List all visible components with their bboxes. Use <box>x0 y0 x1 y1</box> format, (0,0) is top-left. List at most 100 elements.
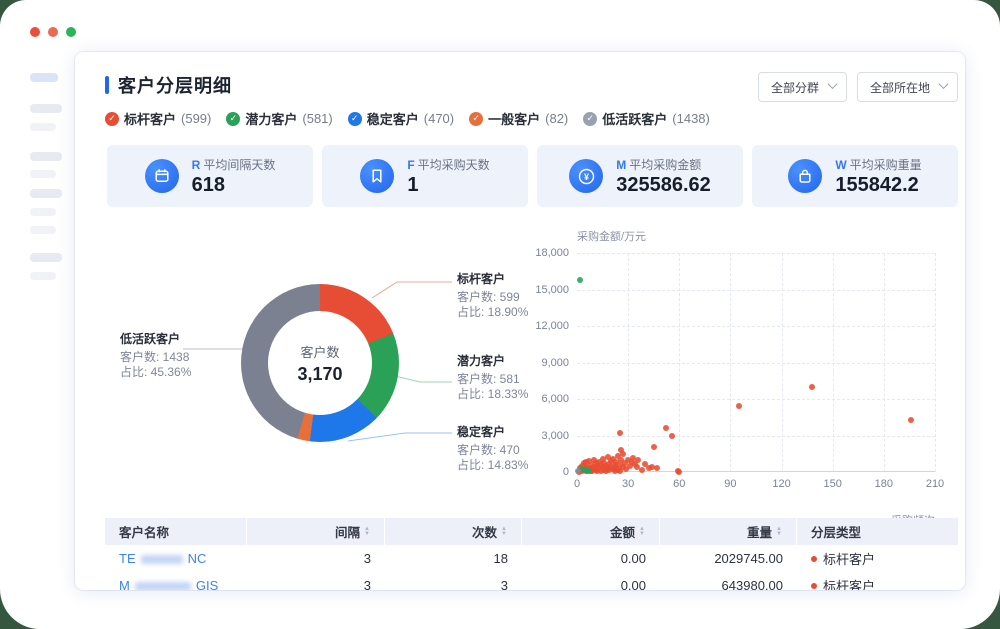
filter-bar: 全部分群 全部所在地 <box>758 72 958 102</box>
x-tick-label: 0 <box>574 478 580 490</box>
check-circle-icon: ✓ <box>469 112 483 126</box>
type-dot <box>811 556 817 562</box>
legend-item-dihuoyue[interactable]: ✓ 低活跃客户 (1438) <box>583 109 710 128</box>
cell-interval: 3 <box>247 545 385 572</box>
chevron-down-icon <box>828 79 838 89</box>
stat-card-recency: R平均间隔天数 618 <box>107 145 313 207</box>
customer-name-link[interactable]: TENC <box>119 551 206 566</box>
cell-weight: 2029745.00 <box>660 545 797 572</box>
stat-label: 平均采购金额 <box>629 158 701 172</box>
page-title: 客户分层明细 <box>118 72 232 98</box>
zoom-button[interactable] <box>66 27 76 37</box>
gridline <box>628 253 629 472</box>
y-tick-label: 6,000 <box>541 393 569 405</box>
scatter-point[interactable] <box>575 468 581 474</box>
app-window: 客户分层明细 全部分群 全部所在地 ✓ 标杆客户 (599) ✓ 潜力客户 <box>0 0 1000 629</box>
donut-ring[interactable] <box>241 284 399 442</box>
minimize-button[interactable] <box>48 27 58 37</box>
stat-card-frequency: F平均采购天数 1 <box>322 145 528 207</box>
sort-icon[interactable]: ▲▼ <box>639 527 645 537</box>
col-header-amount[interactable]: 金额▲▼ <box>522 518 660 545</box>
scatter-point[interactable] <box>908 417 914 423</box>
cell-times: 18 <box>385 545 522 572</box>
type-dot <box>811 583 817 589</box>
col-header-name: 客户名称 <box>105 518 247 545</box>
cell-amount: 0.00 <box>522 545 660 572</box>
scatter-point[interactable] <box>577 277 583 283</box>
check-circle-icon: ✓ <box>583 112 597 126</box>
scatter-point[interactable] <box>669 433 675 439</box>
legend-item-wending[interactable]: ✓ 稳定客户 (470) <box>348 109 454 128</box>
gridline <box>730 253 731 472</box>
scatter-point[interactable] <box>639 467 645 473</box>
stat-value: 325586.62 <box>616 174 711 197</box>
cell-interval: 3 <box>247 572 385 590</box>
sidebar-skeleton-bar <box>30 253 62 262</box>
stat-label: 平均间隔天数 <box>203 158 275 172</box>
scatter-point[interactable] <box>654 465 660 471</box>
sort-icon[interactable]: ▲▼ <box>501 527 507 537</box>
gridline <box>935 253 936 472</box>
stat-letter: F <box>407 158 414 172</box>
scatter-point[interactable] <box>617 430 623 436</box>
scatter-point[interactable] <box>663 425 669 431</box>
location-filter-select[interactable]: 全部所在地 <box>857 72 958 102</box>
gridline <box>577 399 935 400</box>
cell-times: 3 <box>385 572 522 590</box>
group-filter-select[interactable]: 全部分群 <box>758 72 847 102</box>
customer-table: 客户名称 间隔▲▼ 次数▲▼ 金额▲▼ 重量▲▼ 分层类型 TENC 3 18 … <box>105 518 958 590</box>
y-tick-label: 18,000 <box>535 247 569 259</box>
redacted-text <box>135 582 191 590</box>
col-header-weight[interactable]: 重量▲▼ <box>660 518 797 545</box>
main-panel: 客户分层明细 全部分群 全部所在地 ✓ 标杆客户 (599) ✓ 潜力客户 <box>75 52 965 590</box>
title-accent-bar <box>105 76 109 94</box>
sort-icon[interactable]: ▲▼ <box>364 527 370 537</box>
stat-card-weight: W平均采购重量 155842.2 <box>752 145 958 207</box>
stat-value: 618 <box>192 174 276 197</box>
stat-letter: M <box>616 158 626 172</box>
legend-item-qianli[interactable]: ✓ 潜力客户 (581) <box>226 109 332 128</box>
sidebar-skeleton-bar <box>30 152 62 161</box>
x-tick-label: 90 <box>724 478 736 490</box>
stat-cards: R平均间隔天数 618 F平均采购天数 1 <box>107 145 958 207</box>
x-tick-label: 210 <box>926 478 944 490</box>
table-header-row: 客户名称 间隔▲▼ 次数▲▼ 金额▲▼ 重量▲▼ 分层类型 <box>105 518 958 545</box>
sidebar-skeleton-bar <box>30 73 58 82</box>
gridline <box>577 436 935 437</box>
sort-icon[interactable]: ▲▼ <box>776 527 782 537</box>
scatter-point[interactable] <box>651 444 657 450</box>
sidebar-skeleton-bar <box>30 123 56 131</box>
stat-value: 155842.2 <box>835 174 921 197</box>
yuan-icon: ¥ <box>569 159 603 193</box>
legend-item-yiban[interactable]: ✓ 一般客户 (82) <box>469 109 568 128</box>
sidebar-skeleton-bar <box>30 104 62 113</box>
scatter-point[interactable] <box>676 469 682 475</box>
sidebar-skeleton-bar <box>30 189 62 198</box>
scatter-plot[interactable]: 03,0006,0009,00012,00015,00018,000030609… <box>577 253 935 472</box>
x-tick-label: 180 <box>875 478 893 490</box>
gridline <box>577 363 935 364</box>
gridline <box>577 253 935 254</box>
close-button[interactable] <box>30 27 40 37</box>
x-tick-label: 60 <box>673 478 685 490</box>
location-filter-value: 全部所在地 <box>870 79 930 96</box>
stat-card-monetary: ¥ M平均采购金额 325586.62 <box>537 145 743 207</box>
gridline <box>577 326 935 327</box>
bag-icon <box>788 159 822 193</box>
cell-type: 标杆客户 <box>797 545 958 572</box>
gridline <box>782 253 783 472</box>
col-header-times[interactable]: 次数▲▼ <box>385 518 522 545</box>
y-tick-label: 3,000 <box>541 430 569 442</box>
customer-name-link[interactable]: MGIS <box>119 578 218 590</box>
calendar-icon <box>145 159 179 193</box>
legend-item-biaogan[interactable]: ✓ 标杆客户 (599) <box>105 109 211 128</box>
sidebar-skeleton-bar <box>30 272 56 280</box>
x-tick-label: 150 <box>824 478 842 490</box>
scatter-point[interactable] <box>586 468 592 474</box>
col-header-interval[interactable]: 间隔▲▼ <box>247 518 385 545</box>
svg-text:¥: ¥ <box>584 172 589 182</box>
scatter-point[interactable] <box>809 384 815 390</box>
y-tick-label: 12,000 <box>535 320 569 332</box>
scatter-point[interactable] <box>736 403 742 409</box>
scatter-point[interactable] <box>635 457 641 463</box>
